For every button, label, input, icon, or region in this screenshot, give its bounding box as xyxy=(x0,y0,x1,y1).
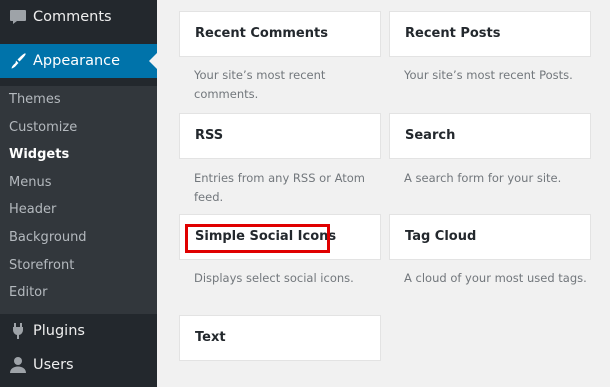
comment-icon xyxy=(0,9,33,25)
widget-search[interactable]: Search xyxy=(389,113,591,159)
submenu-item-widgets[interactable]: Widgets xyxy=(0,141,157,169)
widget-title: RSS xyxy=(195,128,224,143)
appearance-submenu: Themes Customize Widgets Menus Header Ba… xyxy=(0,86,157,314)
submenu-item-themes[interactable]: Themes xyxy=(0,86,157,114)
widget-recent-comments[interactable]: Recent Comments xyxy=(179,11,381,57)
user-icon xyxy=(0,356,33,374)
widget-title: Recent Comments xyxy=(195,26,328,41)
submenu-item-editor[interactable]: Editor xyxy=(0,279,157,307)
widget-text[interactable]: Text xyxy=(179,315,381,361)
widget-tag-cloud[interactable]: Tag Cloud xyxy=(389,214,591,260)
submenu-item-storefront[interactable]: Storefront xyxy=(0,252,157,280)
menu-users-label: Users xyxy=(33,357,74,373)
widget-description: A search form for your site. xyxy=(404,171,562,185)
submenu-item-customize[interactable]: Customize xyxy=(0,114,157,142)
submenu-item-background[interactable]: Background xyxy=(0,224,157,252)
admin-sidebar: Comments Appearance Themes Customize Wid… xyxy=(0,0,157,387)
submenu-item-header[interactable]: Header xyxy=(0,196,157,224)
current-menu-arrow xyxy=(149,53,157,69)
menu-comments[interactable]: Comments xyxy=(0,0,157,34)
widget-description: Your site’s most recent Posts. xyxy=(404,68,573,82)
menu-plugins[interactable]: Plugins xyxy=(0,314,157,348)
widget-rss[interactable]: RSS xyxy=(179,113,381,159)
widget-description: A cloud of your most used tags. xyxy=(404,271,587,285)
plug-icon xyxy=(0,322,33,340)
widget-title: Tag Cloud xyxy=(405,229,477,244)
menu-users[interactable]: Users xyxy=(0,348,157,382)
menu-comments-label: Comments xyxy=(33,9,112,25)
paintbrush-icon xyxy=(0,52,33,70)
widget-description: Displays select social icons. xyxy=(194,271,354,285)
widget-description: Your site’s most recent comments. xyxy=(194,68,326,101)
menu-appearance-label: Appearance xyxy=(33,53,121,69)
widget-title: Search xyxy=(405,128,456,143)
menu-plugins-label: Plugins xyxy=(33,323,85,339)
highlight-box xyxy=(185,224,330,253)
widget-title: Text xyxy=(195,330,226,345)
widget-title: Recent Posts xyxy=(405,26,501,41)
widget-recent-posts[interactable]: Recent Posts xyxy=(389,11,591,57)
widget-description: Entries from any RSS or Atom feed. xyxy=(194,171,366,204)
menu-appearance[interactable]: Appearance xyxy=(0,44,157,78)
submenu-item-menus[interactable]: Menus xyxy=(0,169,157,197)
